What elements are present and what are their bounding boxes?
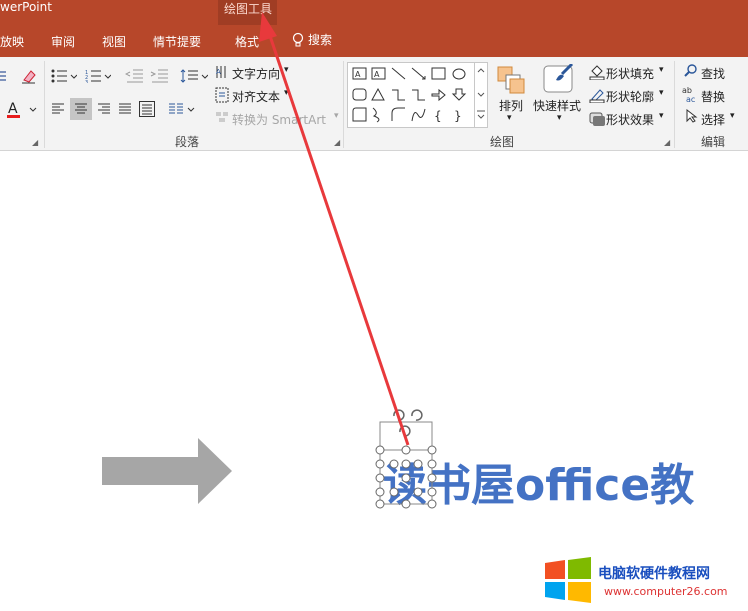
annotation-arrow [259, 12, 410, 446]
watermark-url: www.computer26.com [604, 585, 728, 598]
windows-logo-icon [545, 557, 591, 603]
watermark-site-name: 电脑软硬件教程网 [598, 566, 710, 582]
